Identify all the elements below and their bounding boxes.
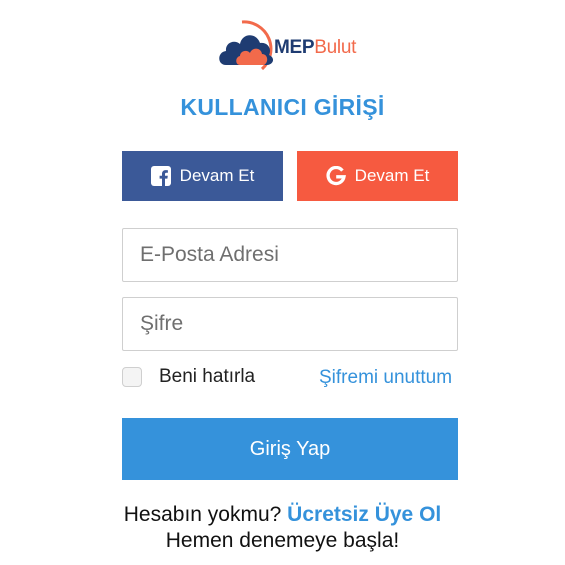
- google-button-label: Devam Et: [354, 166, 430, 185]
- login-button[interactable]: Giriş Yap: [122, 418, 458, 480]
- signup-question: Hesabın yokmu?: [123, 503, 282, 526]
- page-title: KULLANICI GİRİŞİ: [180, 94, 385, 120]
- signup-prompt: Hesabın yokmu? Ücretsiz Üye Ol Hemen den…: [0, 502, 565, 554]
- email-field[interactable]: [122, 228, 458, 282]
- forgot-password-link[interactable]: Şifremi unuttum: [319, 367, 452, 389]
- facebook-icon: [150, 166, 171, 186]
- cloud-icon: [219, 20, 274, 71]
- password-field[interactable]: [122, 297, 458, 351]
- logo-bulut-text: Bulut: [314, 37, 357, 58]
- signup-link[interactable]: Ücretsiz Üye Ol: [287, 503, 441, 526]
- remember-me: Beni hatırla: [122, 366, 255, 388]
- google-continue-button[interactable]: Devam Et: [297, 151, 458, 201]
- remember-checkbox[interactable]: [122, 367, 142, 387]
- remember-label[interactable]: Beni hatırla: [159, 366, 255, 388]
- facebook-button-label: Devam Et: [179, 166, 255, 185]
- facebook-continue-button[interactable]: Devam Et: [122, 151, 283, 201]
- signup-tagline: Hemen denemeye başla!: [165, 529, 400, 552]
- logo-mep-text: MEP: [274, 37, 315, 58]
- logo-text: MEPBulut: [274, 37, 356, 59]
- signup-line: Hesabın yokmu? Ücretsiz Üye Ol: [0, 502, 565, 528]
- google-icon: [326, 166, 346, 186]
- mepbulut-logo: MEPBulut: [218, 18, 363, 78]
